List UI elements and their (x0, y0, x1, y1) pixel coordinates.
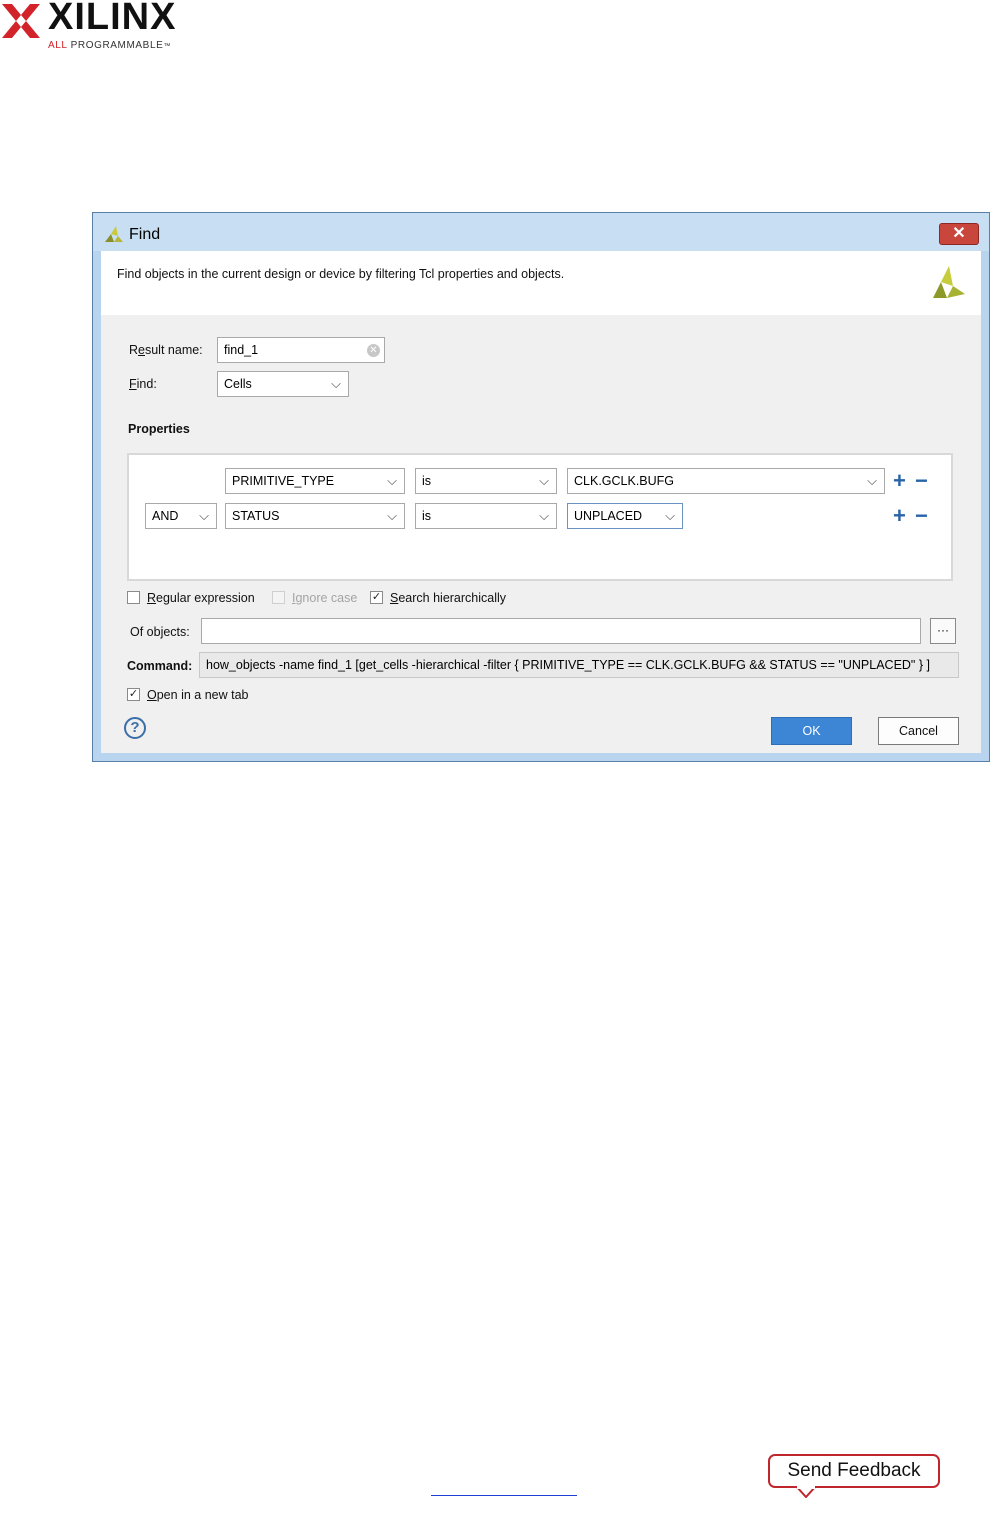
browse-icon: ··· (937, 623, 949, 637)
result-name-input[interactable]: find_1 ✕ (217, 337, 385, 363)
command-preview: how_objects -name find_1 [get_cells -hie… (199, 652, 959, 678)
send-feedback-button[interactable]: Send Feedback (768, 1454, 940, 1488)
ignore-case-checkbox (272, 591, 285, 604)
xilinx-logo-icon (2, 4, 40, 38)
logic-select-2[interactable]: AND ⌵ (145, 503, 217, 529)
minus-icon: − (915, 468, 928, 493)
dialog-banner: Find objects in the current design or de… (101, 251, 981, 316)
of-objects-label: Of objects: (130, 625, 190, 639)
property-select-2[interactable]: STATUS ⌵ (225, 503, 405, 529)
dialog-description: Find objects in the current design or de… (117, 267, 565, 281)
close-button[interactable]: ✕ (939, 223, 979, 245)
checkmark-icon: ✓ (371, 591, 382, 603)
chevron-down-icon: ⌵ (331, 376, 341, 391)
vivado-logo-icon (933, 266, 965, 298)
find-dialog: Find ✕ Find objects in the current desig… (92, 212, 990, 762)
plus-icon: + (893, 468, 906, 493)
footer-link[interactable] (431, 1495, 577, 1496)
result-name-label: Result name: (129, 343, 203, 357)
close-icon: ✕ (952, 225, 966, 242)
open-in-new-tab-label[interactable]: Open in a new tab (147, 688, 248, 702)
add-property-button-2[interactable]: + (893, 503, 906, 528)
clear-icon[interactable]: ✕ (367, 344, 380, 357)
find-type-select[interactable]: Cells ⌵ (217, 371, 349, 397)
find-label: Find: (129, 377, 157, 391)
chevron-down-icon: ⌵ (539, 508, 549, 523)
browse-objects-button[interactable]: ··· (930, 618, 956, 644)
help-icon: ? (130, 719, 140, 736)
chevron-down-icon: ⌵ (665, 508, 675, 523)
vivado-icon (105, 226, 123, 242)
ignore-case-label: Ignore case (292, 591, 358, 605)
checkmark-icon: ✓ (128, 688, 139, 700)
help-button[interactable]: ? (124, 717, 146, 739)
dialog-title: Find (129, 226, 161, 243)
value-select-2[interactable]: UNPLACED ⌵ (567, 503, 683, 529)
brand-tagline: ALL PROGRAMMABLE™ (48, 40, 171, 51)
feedback-callout-tail (796, 1486, 818, 1498)
plus-icon: + (893, 503, 906, 528)
chevron-down-icon: ⌵ (387, 473, 397, 488)
property-select-1[interactable]: PRIMITIVE_TYPE ⌵ (225, 468, 405, 494)
brand-name: XILINX (48, 0, 177, 38)
chevron-down-icon: ⌵ (387, 508, 397, 523)
cancel-button[interactable]: Cancel (878, 717, 959, 745)
dialog-body: Result name: find_1 ✕ Find: Cells ⌵ Prope… (101, 315, 981, 753)
chevron-down-icon: ⌵ (539, 473, 549, 488)
search-hierarchically-checkbox[interactable]: ✓ (370, 591, 383, 604)
minus-icon: − (915, 503, 928, 528)
regular-expression-checkbox[interactable] (127, 591, 140, 604)
remove-property-button-1[interactable]: − (915, 468, 928, 493)
open-in-new-tab-checkbox[interactable]: ✓ (127, 688, 140, 701)
chevron-down-icon: ⌵ (199, 508, 209, 523)
operator-select-2[interactable]: is ⌵ (415, 503, 557, 529)
dialog-titlebar: Find ✕ (93, 213, 989, 251)
search-hierarchically-label[interactable]: Search hierarchically (390, 591, 506, 605)
chevron-down-icon: ⌵ (867, 473, 877, 488)
operator-select-1[interactable]: is ⌵ (415, 468, 557, 494)
ok-button[interactable]: OK (771, 717, 852, 745)
add-property-button-1[interactable]: + (893, 468, 906, 493)
properties-heading: Properties (128, 422, 190, 436)
remove-property-button-2[interactable]: − (915, 503, 928, 528)
xilinx-logo: XILINX ALL PROGRAMMABLE™ (2, 0, 182, 56)
command-label: Command: (127, 659, 193, 673)
regular-expression-label[interactable]: Regular expression (147, 591, 255, 605)
of-objects-input[interactable] (201, 618, 921, 644)
value-select-1[interactable]: CLK.GCLK.BUFG ⌵ (567, 468, 885, 494)
